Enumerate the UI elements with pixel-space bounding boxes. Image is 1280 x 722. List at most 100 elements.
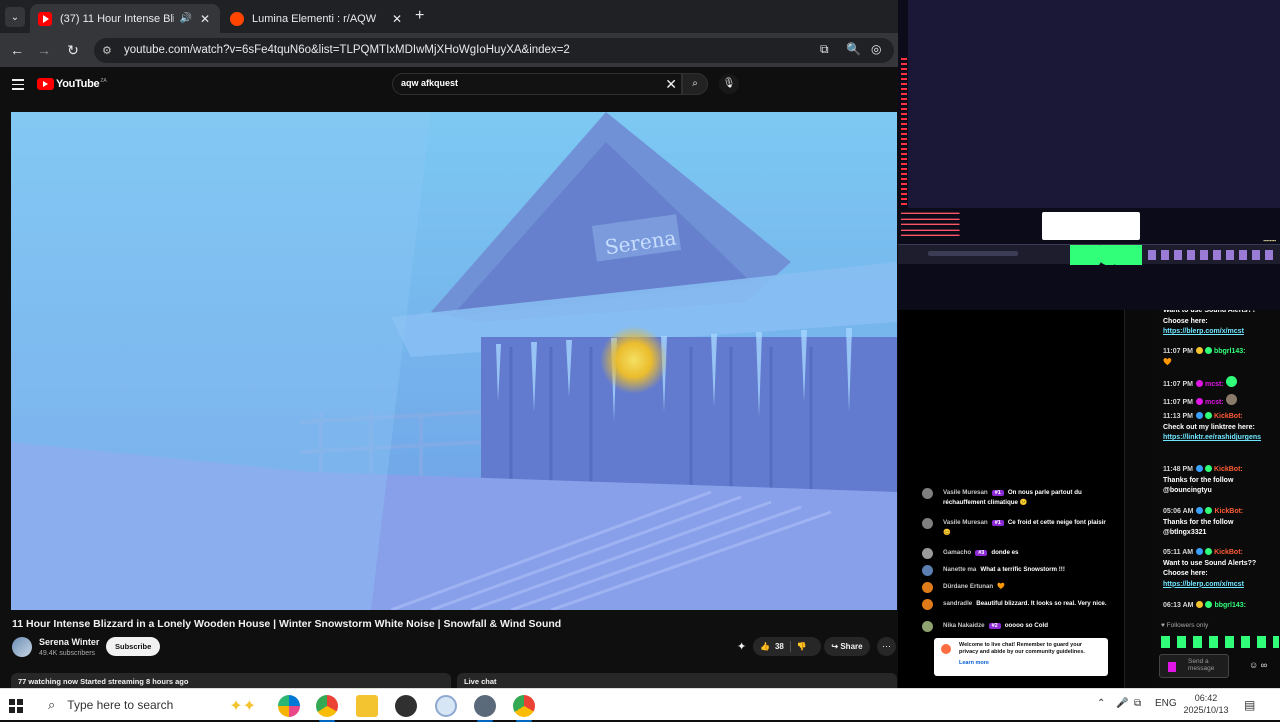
forward-arrow-icon[interactable]: →: [35, 41, 53, 59]
copilot-icon[interactable]: [278, 695, 300, 717]
browser-toolbar: ← → ↻ ⚙ youtube.com/watch?v=6sFe4tquN6o&…: [0, 33, 898, 67]
voice-search-icon[interactable]: 🎙: [719, 74, 739, 94]
game-skill-icons: [1148, 250, 1278, 260]
obs-icon[interactable]: [395, 695, 417, 717]
search-button[interactable]: ⌕: [682, 73, 708, 95]
tab-close-icon[interactable]: ✕: [390, 12, 404, 26]
menu-icon[interactable]: [12, 79, 24, 93]
learn-more-link[interactable]: Learn more: [959, 660, 1102, 667]
chat-user[interactable]: KickBot:: [1214, 466, 1243, 473]
chat-message: 05:06 AM KickBot: Thanks for the follow @…: [1163, 507, 1275, 539]
chat-link[interactable]: https://blerp.com/x/mcst: [1163, 580, 1275, 591]
chat-text: Check out my linktree here:: [1163, 423, 1255, 431]
stream-overlay: ▬▬▬▬▬▬▬▬▬▬▬▬▬ ▬▬▬▬▬▬▬▬▬▬▬▬▬ ▬▬▬▬▬▬▬▬▬▬▬▬▬ ▬…: [898, 0, 1280, 688]
taskbar-clock[interactable]: 06:42 2025/10/13: [1180, 692, 1232, 716]
like-divider: [789, 641, 791, 652]
video-player[interactable]: Serena: [11, 112, 897, 610]
share-label: Share: [840, 642, 863, 651]
chat-link[interactable]: https://blerp.com/x/mcst: [1163, 328, 1244, 335]
tab-close-icon[interactable]: ✕: [198, 12, 212, 26]
send-message-input[interactable]: Send a message: [1159, 654, 1229, 678]
chat-user[interactable]: mcst:: [1205, 399, 1224, 406]
dislike-icon[interactable]: 👎: [797, 642, 807, 651]
windows-start-icon[interactable]: [9, 699, 23, 713]
youtube-favicon-icon: [38, 11, 52, 26]
avatar: [922, 582, 933, 593]
tray-overflow-icon[interactable]: ⌃: [1097, 698, 1105, 709]
member-badge: #3: [975, 550, 988, 556]
snipping-tool-icon[interactable]: [435, 695, 457, 717]
chat-message: Dürdane Ertunan 🧡: [922, 582, 1112, 593]
chat-link[interactable]: https://linktr.ee/rashidjurgens: [1163, 433, 1275, 444]
install-app-icon[interactable]: ⧉: [820, 42, 829, 57]
live-chat-label: Live chat: [464, 677, 497, 686]
game-effects-icon: [1070, 245, 1142, 265]
like-icon[interactable]: 👍: [753, 642, 770, 651]
url-text: youtube.com/watch?v=6sFe4tquN6o&list=TLP…: [124, 44, 570, 56]
clock-date: 2025/10/13: [1183, 705, 1229, 715]
chat-message: Gamacho #3 donde es: [922, 548, 1112, 559]
search-input[interactable]: aqw afkquest ✕: [392, 73, 682, 95]
chat-text: ooooo so Cold: [1004, 622, 1049, 629]
description-box[interactable]: 77 watching now Started streaming 8 hour…: [11, 673, 451, 688]
tab-strip: ⌄ (37) 11 Hour Intense Blizzard 🔊 ✕ Lumi…: [0, 0, 898, 33]
chat-text: 🧡: [1163, 358, 1172, 366]
chrome-profile-icon[interactable]: [513, 695, 535, 722]
live-chat-header[interactable]: Live chat: [457, 673, 897, 688]
notifications-icon[interactable]: ▤: [1244, 698, 1255, 712]
tab-search-button[interactable]: ⌄: [5, 7, 25, 27]
chat-user[interactable]: KickBot:: [1214, 413, 1243, 420]
search-icon: ⌕: [692, 78, 698, 89]
address-bar[interactable]: ⚙ youtube.com/watch?v=6sFe4tquN6o&list=T…: [94, 38, 894, 63]
emote-bar[interactable]: [1161, 636, 1279, 648]
game-launcher-icon[interactable]: [474, 695, 496, 722]
badge-icon: [1195, 398, 1203, 405]
site-info-icon[interactable]: ⚙: [102, 44, 112, 57]
tab-youtube[interactable]: (37) 11 Hour Intense Blizzard 🔊 ✕: [30, 4, 220, 33]
chrome-icon[interactable]: [316, 695, 338, 722]
share-button[interactable]: ↪ Share: [824, 637, 870, 656]
tab-reddit[interactable]: Lumina Elementi : r/AQW ✕: [222, 4, 412, 33]
language-indicator[interactable]: ENG: [1155, 698, 1177, 709]
search-icon: ⌕: [48, 697, 56, 712]
microphone-icon[interactable]: 🎤: [1116, 698, 1128, 709]
chat-welcome-banner: Welcome to live chat! Remember to guard …: [934, 638, 1108, 676]
back-arrow-icon[interactable]: ←: [8, 41, 26, 59]
badge-icon: [1204, 347, 1212, 354]
speaker-icon[interactable]: 🔊: [180, 13, 192, 24]
emote-picker-icon[interactable]: ☺ ∞: [1249, 660, 1267, 670]
network-icon[interactable]: ⧉: [1134, 698, 1141, 709]
badge-icon: [1205, 601, 1213, 608]
channel-avatar[interactable]: [12, 637, 32, 657]
eye-off-icon[interactable]: ◎: [871, 42, 881, 56]
chat-user[interactable]: bbgrl143:: [1214, 348, 1246, 355]
more-actions-icon[interactable]: ⋯: [877, 637, 896, 656]
chat-message: 11:13 PM KickBot: Check out my linktree h…: [1163, 412, 1275, 444]
subscribe-button[interactable]: Subscribe: [106, 637, 161, 656]
chat-author: Gamacho: [943, 549, 972, 556]
windows-taskbar: ⌕ Type here to search ✦✦ ⌃ 🎤 ⧉ ENG 06:42…: [0, 688, 1280, 722]
chat-user[interactable]: mcst:: [1205, 381, 1224, 388]
chat-user[interactable]: KickBot:: [1214, 549, 1243, 556]
like-count: 38: [774, 642, 784, 651]
gift-icon[interactable]: ✦: [737, 640, 746, 653]
new-tab-button[interactable]: +: [415, 7, 424, 25]
search-highlight-icon[interactable]: ✦✦: [229, 696, 256, 716]
taskbar-search-input[interactable]: ⌕ Type here to search ✦✦: [36, 691, 268, 719]
chat-user[interactable]: KickBot:: [1214, 508, 1243, 515]
zoom-icon[interactable]: 🔍: [846, 42, 861, 56]
chat-user[interactable]: bbgrl143:: [1214, 602, 1246, 609]
emote-icon: [1225, 394, 1237, 405]
chat-message: Nika Nakaidze #2 ooooo so Cold: [922, 621, 1112, 632]
youtube-logo[interactable]: YouTube ZA: [37, 78, 107, 90]
video-title: 11 Hour Intense Blizzard in a Lonely Woo…: [12, 618, 562, 630]
channel-name[interactable]: Serena Winter: [39, 637, 99, 647]
chat-message: 05:11 AM KickBot: Want to use Sound Alert…: [1163, 548, 1275, 590]
clear-search-icon[interactable]: ✕: [665, 76, 677, 93]
file-explorer-icon[interactable]: [356, 695, 378, 717]
chat-time: 11:48 PM: [1163, 466, 1193, 473]
chat-time: 11:13 PM: [1163, 413, 1193, 420]
reload-icon[interactable]: ↻: [64, 41, 82, 59]
avatar: [922, 518, 933, 529]
youtube-chat-overlay: Vasile Muresan #1 On nous parle partout du…: [908, 310, 1124, 688]
